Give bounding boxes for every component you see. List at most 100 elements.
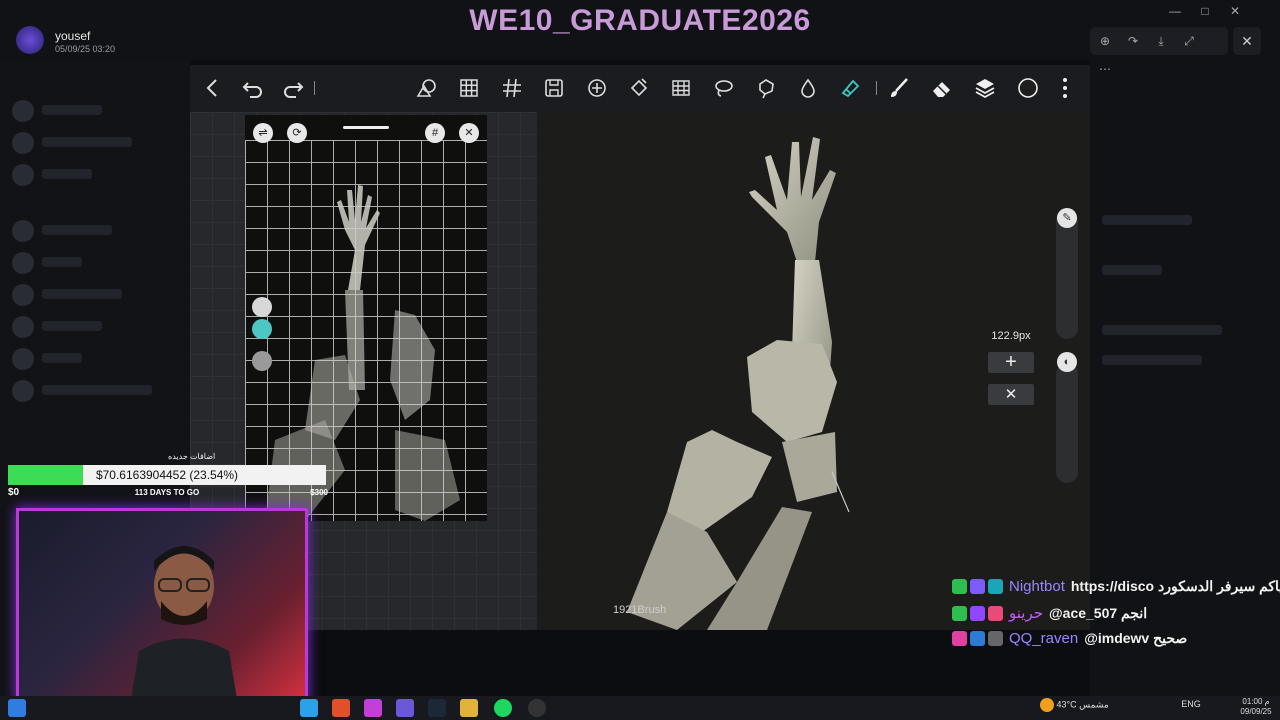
ghost-list-item xyxy=(12,284,182,306)
brave-icon[interactable] xyxy=(332,699,350,717)
viewer-toolbar: ⊕ ↷ ⤓ ⤢⋯ xyxy=(1090,27,1228,76)
ghost-list-item xyxy=(12,348,182,370)
goal-amount: $70.6163904452 (23.54%) xyxy=(95,468,239,482)
size-close-button[interactable]: ✕ xyxy=(988,384,1034,405)
color-icon[interactable] xyxy=(1015,75,1041,101)
brush-size-slider[interactable]: ✎ xyxy=(1056,208,1078,339)
post-date: 05/09/25 03:20 xyxy=(55,44,116,54)
badge-icon xyxy=(970,579,985,595)
obs-icon[interactable] xyxy=(528,699,546,717)
folder-icon[interactable] xyxy=(460,699,478,717)
taskbar: 43°C مشمس ENG 01:00 م 09/09/25 xyxy=(0,696,1280,720)
goal-max: $300 xyxy=(310,488,328,497)
chat-message: حرينو @ace_507 انجم xyxy=(952,604,1280,626)
close-icon[interactable]: ✕ xyxy=(459,123,479,143)
fill-icon[interactable] xyxy=(626,75,652,101)
rotate-icon[interactable]: ↷ xyxy=(1120,27,1146,55)
badge-icon xyxy=(988,579,1003,595)
discord-icon[interactable] xyxy=(396,699,414,717)
goal-title: اضافات جديده xyxy=(168,452,216,461)
chevron-left-icon[interactable] xyxy=(200,75,226,101)
size-plus-button[interactable]: + xyxy=(988,352,1034,373)
refresh-icon[interactable]: ⟳ xyxy=(287,123,307,143)
layers-icon[interactable] xyxy=(972,75,998,101)
add-circle-icon[interactable] xyxy=(584,75,610,101)
drop-icon[interactable] xyxy=(795,75,821,101)
chat-text: https://disco حياكم سيرفر الدسكورد xyxy=(1070,578,1280,595)
ghost-list-item xyxy=(12,100,182,122)
user-name: yousef xyxy=(55,29,91,43)
maximize-button[interactable]: □ xyxy=(1190,4,1220,18)
webcam-overlay xyxy=(16,508,308,704)
streamer-silhouette xyxy=(130,546,238,701)
ghost-list-item xyxy=(12,220,182,242)
chat-message: QQ_raven @imdewv صحيح xyxy=(952,630,1280,652)
app-toolbar xyxy=(190,65,1090,112)
more-icon[interactable] xyxy=(1052,75,1078,101)
eraser-icon[interactable] xyxy=(929,75,955,101)
device-icon[interactable] xyxy=(252,297,272,317)
chat-message: Nightbot https://disco حياكم سيرفر الدسكو… xyxy=(952,578,1280,600)
chat-overlay: Nightbot https://disco حياكم سيرفر الدسكو… xyxy=(952,578,1280,658)
badge-icon xyxy=(988,605,1003,621)
clock[interactable]: 01:00 م 09/09/25 xyxy=(1236,697,1276,717)
brush-size-value: 122.9px xyxy=(991,330,1031,342)
weather-icon xyxy=(1040,698,1054,712)
layers-small-icon[interactable] xyxy=(252,351,272,371)
brush-icon[interactable] xyxy=(886,75,912,101)
reference-side-tools xyxy=(252,295,274,375)
badge-icon xyxy=(970,631,985,647)
more-options-icon[interactable]: ⋯ xyxy=(1092,55,1118,83)
undo-icon[interactable] xyxy=(240,75,266,101)
pencil-icon[interactable]: ✎ xyxy=(1057,208,1077,228)
shape-select-icon[interactable] xyxy=(753,75,779,101)
lasso-icon[interactable] xyxy=(711,75,737,101)
shapes-icon[interactable] xyxy=(414,75,440,101)
windows-start-icon[interactable] xyxy=(8,699,26,717)
steam-icon[interactable] xyxy=(428,699,446,717)
chat-text: @imdewv صحيح xyxy=(1084,630,1188,647)
ghost-list-item xyxy=(12,252,182,274)
zoom-icon[interactable]: ⊕ xyxy=(1092,27,1118,55)
badge-icon xyxy=(988,631,1003,647)
grid-toggle-icon[interactable]: # xyxy=(425,123,445,143)
window-controls: — □ ✕ xyxy=(1160,4,1270,20)
ghost-list-item xyxy=(12,316,182,338)
download-icon[interactable]: ⤓ xyxy=(1148,27,1174,55)
ghost-list-item xyxy=(12,164,182,186)
redo-icon[interactable] xyxy=(280,75,306,101)
minimize-button[interactable]: — xyxy=(1160,4,1190,18)
flip-icon[interactable]: ⇌ xyxy=(253,123,273,143)
avatar[interactable] xyxy=(16,26,44,54)
clock-date: 09/09/25 xyxy=(1240,707,1272,716)
goal-progress-bar: $70.6163904452 (23.54%) xyxy=(8,465,326,485)
ghost-list-item xyxy=(12,380,182,402)
ghost-list-item xyxy=(1102,320,1272,342)
image-icon[interactable] xyxy=(252,319,272,339)
chat-username: حرينو xyxy=(1009,605,1043,622)
taskbar-app-icon[interactable] xyxy=(300,699,318,717)
brush-opacity-slider[interactable]: ◐ xyxy=(1056,352,1078,483)
language-indicator[interactable]: ENG xyxy=(1181,699,1201,709)
brush-name: 1921Brush xyxy=(613,604,667,616)
taskbar-app-icon[interactable] xyxy=(364,699,382,717)
ghost-list-item xyxy=(12,132,182,154)
save-icon[interactable] xyxy=(541,75,567,101)
window-close-button[interactable]: ✕ xyxy=(1220,4,1250,18)
goal-days: 113 DAYS TO GO xyxy=(134,488,200,497)
ghost-list-item xyxy=(1102,210,1272,232)
spotify-icon[interactable] xyxy=(494,699,512,717)
badge-icon xyxy=(952,605,967,621)
table-icon[interactable] xyxy=(668,75,694,101)
open-external-icon[interactable]: ⤢ xyxy=(1176,27,1202,55)
hash-icon[interactable] xyxy=(499,75,525,101)
opacity-icon[interactable]: ◐ xyxy=(1057,352,1077,372)
grid-icon[interactable] xyxy=(456,75,482,101)
viewer-close-button[interactable]: ✕ xyxy=(1233,27,1261,55)
smudge-icon[interactable] xyxy=(837,75,863,101)
weather-text: 43°C مشمس xyxy=(1056,699,1109,710)
stream-title: WE10_GRADUATE2026 xyxy=(469,4,811,37)
drag-handle[interactable] xyxy=(343,126,389,129)
badge-icon xyxy=(970,605,985,621)
chat-text: @ace_507 انجم xyxy=(1049,604,1148,621)
